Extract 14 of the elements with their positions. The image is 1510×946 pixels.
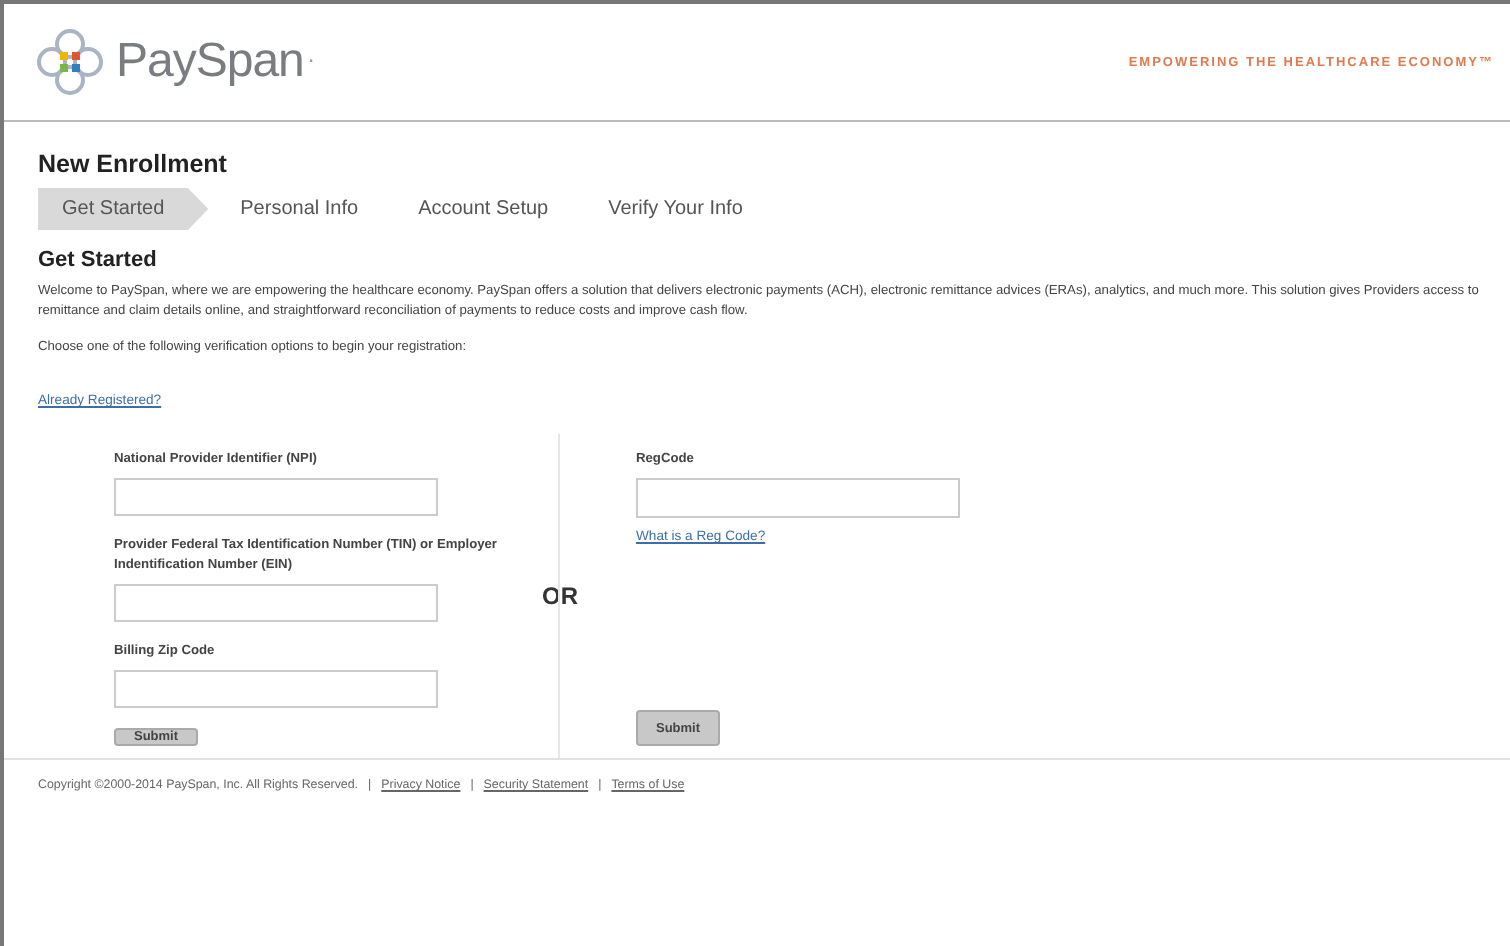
logo-icon	[36, 28, 104, 96]
step-tab[interactable]: Verify Your Info	[576, 188, 771, 230]
input-field[interactable]	[636, 478, 960, 518]
step-tab[interactable]: Get Started	[38, 188, 209, 230]
input-field[interactable]	[114, 584, 438, 622]
step-tab[interactable]: Personal Info	[208, 188, 387, 230]
input-field[interactable]	[114, 478, 438, 516]
input-field[interactable]	[114, 670, 438, 708]
section-title: Get Started	[38, 248, 159, 272]
brand-mark: .	[307, 40, 315, 68]
brand-name: PaySpan	[116, 34, 304, 90]
step-tab[interactable]: Account Setup	[386, 188, 577, 230]
page-title: New Enrollment	[38, 150, 229, 178]
or-label: OR	[542, 582, 580, 610]
